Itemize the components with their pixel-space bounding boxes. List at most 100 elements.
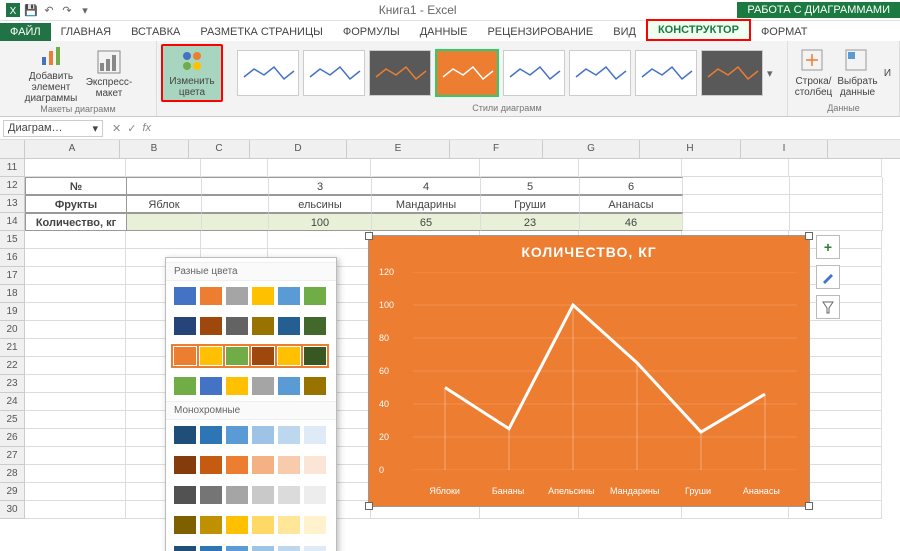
color-swatch[interactable] bbox=[174, 377, 196, 395]
col-header-A[interactable]: A bbox=[25, 140, 120, 158]
color-swatch[interactable] bbox=[278, 287, 300, 305]
qat-dropdown-icon[interactable]: ▾ bbox=[78, 3, 92, 17]
color-swatch[interactable] bbox=[278, 456, 300, 474]
worksheet-grid[interactable]: ABCDEFGHI 1112№345613ФруктыЯблокельсиныМ… bbox=[0, 140, 900, 551]
tab-home[interactable]: ГЛАВНАЯ bbox=[51, 23, 121, 41]
color-swatch[interactable] bbox=[304, 377, 326, 395]
color-swatch[interactable] bbox=[252, 377, 274, 395]
cell-A24[interactable] bbox=[25, 393, 126, 411]
resize-handle[interactable] bbox=[365, 502, 373, 510]
cell-A28[interactable] bbox=[25, 465, 126, 483]
cell-H12[interactable] bbox=[683, 177, 790, 195]
color-swatch[interactable] bbox=[174, 426, 196, 444]
cell-G12[interactable]: 6 bbox=[580, 177, 683, 195]
color-swatch[interactable] bbox=[252, 546, 274, 551]
color-swatch[interactable] bbox=[200, 317, 222, 335]
col-header-D[interactable]: D bbox=[250, 140, 347, 158]
color-swatch[interactable] bbox=[174, 486, 196, 504]
cell-A17[interactable] bbox=[25, 267, 126, 285]
change-type-button[interactable]: И bbox=[880, 68, 894, 79]
fx-icon[interactable]: fx bbox=[142, 122, 151, 135]
col-header-C[interactable]: C bbox=[189, 140, 250, 158]
color-swatch[interactable] bbox=[304, 347, 326, 365]
row-header-23[interactable]: 23 bbox=[0, 375, 25, 393]
cell-C12[interactable] bbox=[202, 177, 269, 195]
color-swatch[interactable] bbox=[226, 516, 248, 534]
row-header-16[interactable]: 16 bbox=[0, 249, 25, 267]
switch-row-col-button[interactable]: Строка/ столбец bbox=[792, 48, 834, 98]
cell-I14[interactable] bbox=[790, 213, 883, 231]
redo-icon[interactable]: ↷ bbox=[60, 3, 74, 17]
chart-title[interactable]: КОЛИЧЕСТВО, КГ bbox=[369, 236, 809, 264]
row-header-15[interactable]: 15 bbox=[0, 231, 25, 249]
style-thumb-5[interactable] bbox=[503, 50, 565, 96]
color-swatch[interactable] bbox=[200, 546, 222, 551]
color-swatch[interactable] bbox=[304, 516, 326, 534]
cell-A22[interactable] bbox=[25, 357, 126, 375]
cell-A12[interactable]: № bbox=[25, 177, 127, 195]
color-swatch[interactable] bbox=[226, 486, 248, 504]
style-thumb-2[interactable] bbox=[303, 50, 365, 96]
color-swatch[interactable] bbox=[200, 516, 222, 534]
row-header-13[interactable]: 13 bbox=[0, 195, 25, 213]
row-header-21[interactable]: 21 bbox=[0, 339, 25, 357]
cell-I13[interactable] bbox=[790, 195, 883, 213]
cell-F12[interactable]: 5 bbox=[481, 177, 580, 195]
cell-E11[interactable] bbox=[371, 159, 480, 177]
cell-E13[interactable]: Мандарины bbox=[372, 195, 481, 213]
chart-filters-button[interactable] bbox=[816, 295, 840, 319]
cell-E14[interactable]: 65 bbox=[372, 213, 481, 231]
cell-A18[interactable] bbox=[25, 285, 126, 303]
cell-C13[interactable] bbox=[202, 195, 269, 213]
color-swatch[interactable] bbox=[174, 317, 196, 335]
cell-I12[interactable] bbox=[790, 177, 883, 195]
color-swatch[interactable] bbox=[252, 516, 274, 534]
name-box-dropdown-icon[interactable]: ▾ bbox=[92, 122, 98, 135]
cell-C11[interactable] bbox=[201, 159, 268, 177]
color-swatch[interactable] bbox=[252, 347, 274, 365]
row-header-17[interactable]: 17 bbox=[0, 267, 25, 285]
color-swatch[interactable] bbox=[226, 287, 248, 305]
cell-A16[interactable] bbox=[25, 249, 126, 267]
color-swatch[interactable] bbox=[226, 317, 248, 335]
cell-A19[interactable] bbox=[25, 303, 126, 321]
color-swatch[interactable] bbox=[278, 347, 300, 365]
color-swatch[interactable] bbox=[278, 546, 300, 551]
chart-styles-button[interactable] bbox=[816, 265, 840, 289]
style-thumb-4-selected[interactable] bbox=[435, 49, 499, 97]
resize-handle[interactable] bbox=[365, 232, 373, 240]
tab-view[interactable]: ВИД bbox=[603, 23, 646, 41]
style-thumb-8[interactable] bbox=[701, 50, 763, 96]
cell-C15[interactable] bbox=[201, 231, 268, 249]
color-swatch[interactable] bbox=[278, 317, 300, 335]
tab-formulas[interactable]: ФОРМУЛЫ bbox=[333, 23, 410, 41]
color-swatch[interactable] bbox=[252, 456, 274, 474]
color-swatch[interactable] bbox=[200, 426, 222, 444]
row-header-27[interactable]: 27 bbox=[0, 447, 25, 465]
color-swatch[interactable] bbox=[304, 486, 326, 504]
color-swatch[interactable] bbox=[174, 516, 196, 534]
color-swatch[interactable] bbox=[304, 546, 326, 551]
cell-D15[interactable] bbox=[268, 231, 371, 249]
color-swatch[interactable] bbox=[226, 546, 248, 551]
color-swatch[interactable] bbox=[174, 546, 196, 551]
cell-F11[interactable] bbox=[480, 159, 579, 177]
row-header-24[interactable]: 24 bbox=[0, 393, 25, 411]
cell-B11[interactable] bbox=[126, 159, 201, 177]
cell-A29[interactable] bbox=[25, 483, 126, 501]
row-header-11[interactable]: 11 bbox=[0, 159, 25, 177]
style-gallery-more-icon[interactable]: ▾ bbox=[767, 67, 777, 80]
tab-design[interactable]: КОНСТРУКТОР bbox=[646, 19, 751, 41]
undo-icon[interactable]: ↶ bbox=[42, 3, 56, 17]
cell-B15[interactable] bbox=[126, 231, 201, 249]
row-header-18[interactable]: 18 bbox=[0, 285, 25, 303]
tab-insert[interactable]: ВСТАВКА bbox=[121, 23, 190, 41]
cell-F14[interactable]: 23 bbox=[481, 213, 580, 231]
tab-data[interactable]: ДАННЫЕ bbox=[410, 23, 478, 41]
cell-D13[interactable]: ельсины bbox=[269, 195, 372, 213]
cancel-icon[interactable]: ✕ bbox=[112, 122, 121, 135]
chart-style-gallery[interactable]: ▾ bbox=[231, 43, 783, 103]
save-icon[interactable]: 💾 bbox=[24, 3, 38, 17]
color-swatch[interactable] bbox=[278, 377, 300, 395]
color-swatch[interactable] bbox=[304, 426, 326, 444]
